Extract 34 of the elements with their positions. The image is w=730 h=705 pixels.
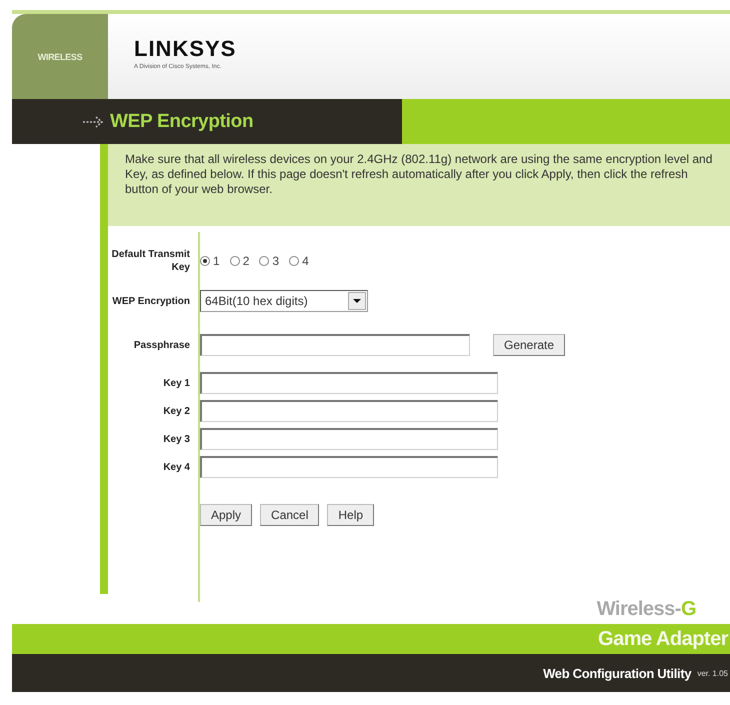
version-label: ver. 1.05 bbox=[697, 668, 728, 678]
key-field[interactable] bbox=[200, 400, 498, 422]
radio-label: 4 bbox=[302, 254, 309, 268]
field-label: Key 4 bbox=[162, 460, 190, 474]
radio-label: 2 bbox=[242, 254, 250, 268]
logo: LINKSYS bbox=[134, 38, 236, 60]
utility-name: Web Configuration Utility bbox=[543, 666, 692, 680]
section-label: WIRELESS bbox=[38, 52, 82, 62]
arrow-icon bbox=[82, 116, 104, 128]
intro-text: Make sure that all wireless devices on your 2.4GHz (802.11g) network are using the same encryption level and Key, as defined below. If this page doesn't refresh automatically after you click Apply, then click the refresh button of your web browser. bbox=[108, 144, 730, 226]
product-type: Game Adapter bbox=[598, 628, 728, 650]
key-field[interactable] bbox=[200, 372, 498, 394]
radio-button[interactable] bbox=[289, 256, 300, 266]
encryption-dropdown[interactable]: 64Bit(10 hex digits) bbox=[200, 290, 368, 312]
action-button[interactable]: Apply bbox=[200, 504, 252, 526]
radio-label: 3 bbox=[272, 254, 280, 268]
action-button[interactable]: Cancel bbox=[260, 504, 320, 526]
radio-button[interactable] bbox=[230, 256, 240, 266]
field-label: Key 2 bbox=[162, 404, 190, 418]
key-field[interactable] bbox=[200, 428, 498, 450]
field-label: Key 1 bbox=[162, 376, 190, 390]
radio-button[interactable] bbox=[259, 256, 270, 266]
passphrase-field[interactable] bbox=[200, 334, 470, 356]
radio-label: 1 bbox=[213, 254, 220, 268]
action-button[interactable]: Help bbox=[327, 504, 374, 526]
radio-button[interactable] bbox=[200, 256, 210, 266]
generate-button[interactable]: Generate bbox=[493, 334, 566, 356]
field-label: WEP Encryption bbox=[111, 294, 190, 308]
field-label: Default Transmit Key bbox=[110, 248, 190, 274]
product-name: Wireless-G bbox=[596, 598, 696, 620]
key-field[interactable] bbox=[200, 456, 498, 478]
field-label: Passphrase bbox=[132, 338, 190, 352]
field-label: Key 3 bbox=[162, 432, 190, 446]
page-title: WEP Encryption bbox=[110, 110, 254, 132]
